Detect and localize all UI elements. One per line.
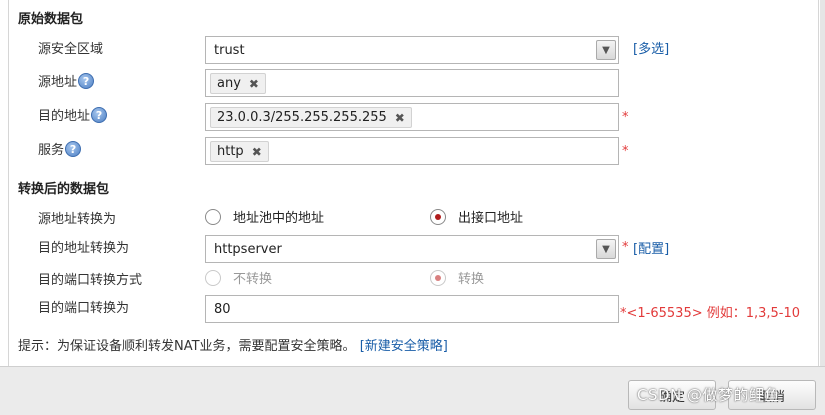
dialog-left-border — [8, 0, 9, 366]
radio-egress-interface[interactable]: 出接口地址 — [430, 207, 523, 226]
chevron-down-icon[interactable]: ▼ — [596, 239, 616, 259]
src-addr-label: 源地址 ? — [38, 71, 95, 90]
remove-icon[interactable]: ✖ — [395, 111, 405, 125]
radio-translate-label: 转换 — [458, 272, 485, 287]
service-field[interactable]: http ✖ — [205, 137, 619, 165]
new-security-policy-link[interactable]: [新建安全策略] — [360, 339, 448, 354]
port-translate-label-text: 目的端口转换为 — [38, 301, 130, 316]
dialog-right-border — [818, 0, 819, 366]
src-zone-label-text: 源安全区域 — [38, 42, 104, 57]
help-icon[interactable]: ? — [65, 140, 82, 157]
dst-translate-value: httpserver — [214, 242, 282, 257]
nat-policy-dialog: 原始数据包 源安全区域 trust ▼ [多选] 源地址 ? any ✖ 目的地… — [0, 0, 825, 366]
section-title-translated: 转换后的数据包 — [18, 182, 110, 197]
chevron-down-icon[interactable]: ▼ — [596, 40, 616, 60]
dst-addr-label: 目的地址 ? — [38, 105, 108, 124]
radio-button-selected[interactable] — [430, 269, 446, 286]
dst-translate-select[interactable]: httpserver ▼ — [205, 235, 619, 263]
port-translate-label: 目的端口转换为 — [38, 297, 129, 316]
help-icon[interactable]: ? — [78, 72, 95, 89]
help-icon[interactable]: ? — [91, 106, 108, 123]
required-mark: * — [622, 240, 629, 255]
radio-button-selected[interactable] — [430, 208, 446, 225]
port-translate-value: 80 — [214, 302, 231, 317]
radio-address-pool[interactable]: 地址池中的地址 — [205, 207, 324, 226]
required-mark: * — [622, 144, 629, 159]
radio-no-translate[interactable]: 不转换 — [205, 268, 272, 287]
src-zone-select[interactable]: trust ▼ — [205, 36, 619, 64]
port-mode-label: 目的端口转换方式 — [38, 269, 142, 288]
dst-addr-label-text: 目的地址 — [38, 109, 91, 124]
dst-addr-field[interactable]: 23.0.0.3/255.255.255.255 ✖ — [205, 103, 619, 131]
required-mark: * — [622, 110, 629, 125]
service-label-text: 服务 — [38, 143, 65, 158]
radio-translate[interactable]: 转换 — [430, 268, 484, 287]
dst-addr-tag: 23.0.0.3/255.255.255.255 ✖ — [210, 107, 412, 128]
radio-no-translate-label: 不转换 — [233, 272, 273, 287]
remove-icon[interactable]: ✖ — [252, 145, 262, 159]
section-title-original: 原始数据包 — [18, 12, 84, 27]
src-zone-label: 源安全区域 — [38, 38, 103, 57]
src-addr-field[interactable]: any ✖ — [205, 69, 619, 97]
service-tag: http ✖ — [210, 141, 269, 162]
policy-hint-text: 提示：为保证设备顺利转发NAT业务，需要配置安全策略。 — [18, 339, 356, 354]
radio-button[interactable] — [205, 269, 221, 286]
dst-translate-label: 目的地址转换为 — [38, 237, 129, 256]
port-translate-input[interactable]: 80 — [205, 295, 619, 323]
src-addr-label-text: 源地址 — [38, 75, 78, 90]
src-addr-tag: any ✖ — [210, 73, 266, 94]
src-addr-tag-text: any — [217, 76, 241, 91]
dst-translate-label-text: 目的地址转换为 — [38, 241, 130, 256]
dst-addr-tag-text: 23.0.0.3/255.255.255.255 — [217, 110, 387, 125]
csdn-watermark: CSDN @做梦的鲤鱼 — [637, 386, 781, 404]
configure-link[interactable]: [配置] — [633, 238, 669, 257]
port-range-hint: *<1-65535> 例如：1,3,5-10 — [620, 302, 800, 321]
src-translate-label: 源地址转换为 — [38, 208, 116, 227]
radio-button[interactable] — [205, 208, 221, 225]
radio-egress-interface-label: 出接口地址 — [458, 211, 524, 226]
service-label: 服务 ? — [38, 139, 82, 158]
radio-address-pool-label: 地址池中的地址 — [233, 211, 325, 226]
port-range-hint-text: *<1-65535> 例如：1,3,5-10 — [620, 306, 801, 321]
remove-icon[interactable]: ✖ — [249, 77, 259, 91]
multi-select-link[interactable]: [多选] — [633, 38, 669, 57]
policy-hint: 提示：为保证设备顺利转发NAT业务，需要配置安全策略。 [新建安全策略] — [18, 335, 448, 354]
port-mode-label-text: 目的端口转换方式 — [38, 273, 143, 288]
src-zone-value: trust — [214, 43, 245, 58]
scrollbar-track[interactable] — [820, 0, 825, 366]
service-tag-text: http — [217, 144, 244, 159]
src-translate-label-text: 源地址转换为 — [38, 212, 117, 227]
